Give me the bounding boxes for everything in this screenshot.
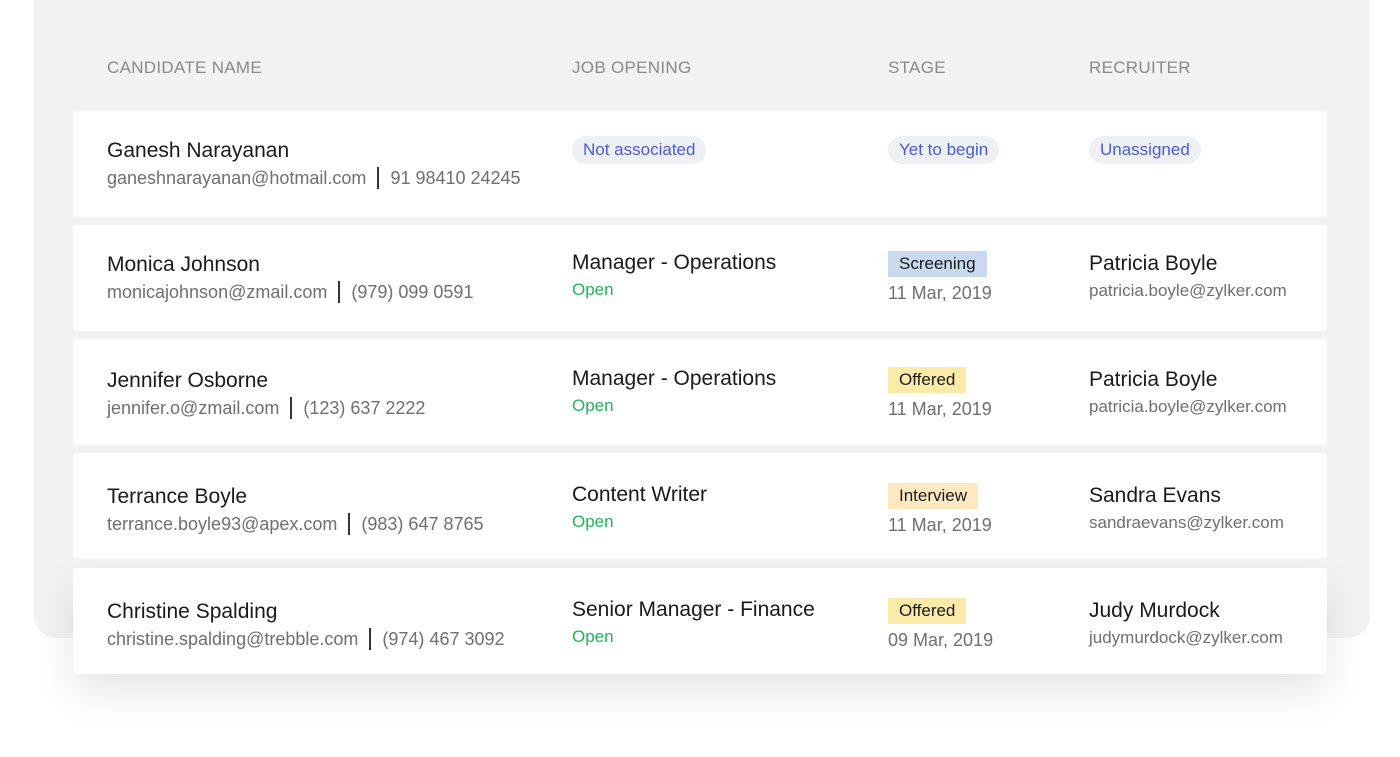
candidate-contact: monicajohnson@zmail.com (979) 099 0591 xyxy=(107,281,473,303)
table-header: CANDIDATE NAME JOB OPENING STAGE RECRUIT… xyxy=(0,58,1400,82)
column-header-recruiter[interactable]: RECRUITER xyxy=(1089,58,1191,78)
recruiter-email[interactable]: judymurdock@zylker.com xyxy=(1089,628,1283,648)
job-opening-status: Open xyxy=(572,627,614,646)
stage-badge[interactable]: Interview xyxy=(888,483,979,509)
contact-divider xyxy=(338,281,341,303)
recruiter-name[interactable]: Sandra Evans xyxy=(1089,484,1221,508)
candidate-name[interactable]: Terrance Boyle xyxy=(107,485,247,509)
stage-date: 11 Mar, 2019 xyxy=(888,399,992,419)
contact-divider xyxy=(377,167,380,189)
recruiter-email[interactable]: patricia.boyle@zylker.com xyxy=(1089,281,1287,301)
candidate-name[interactable]: Christine Spalding xyxy=(107,600,277,624)
job-opening-title[interactable]: Content Writer xyxy=(572,483,707,507)
stage-badge[interactable]: Offered xyxy=(888,598,967,624)
job-opening-title[interactable]: Manager - Operations xyxy=(572,367,776,391)
recruiter-email[interactable]: patricia.boyle@zylker.com xyxy=(1089,397,1287,417)
recruiter-name[interactable]: Judy Murdock xyxy=(1089,599,1220,623)
column-header-stage[interactable]: STAGE xyxy=(888,58,946,78)
candidate-email[interactable]: terrance.boyle93@apex.com xyxy=(107,514,337,535)
candidate-email[interactable]: jennifer.o@zmail.com xyxy=(107,398,279,419)
recruiter-name[interactable]: Patricia Boyle xyxy=(1089,252,1217,276)
candidate-contact: terrance.boyle93@apex.com (983) 647 8765 xyxy=(107,513,484,535)
candidate-contact: jennifer.o@zmail.com (123) 637 2222 xyxy=(107,397,425,419)
contact-divider xyxy=(369,628,372,650)
stage-pill[interactable]: Yet to begin xyxy=(888,136,1000,164)
candidate-name[interactable]: Monica Johnson xyxy=(107,253,260,277)
job-opening-title[interactable]: Senior Manager - Finance xyxy=(572,598,815,622)
stage-badge[interactable]: Offered xyxy=(888,367,967,393)
column-header-candidate[interactable]: CANDIDATE NAME xyxy=(107,58,262,78)
job-opening-title[interactable]: Manager - Operations xyxy=(572,251,776,275)
candidate-email[interactable]: christine.spalding@trebble.com xyxy=(107,629,358,650)
stage-date: 11 Mar, 2019 xyxy=(888,283,992,303)
candidate-phone[interactable]: (123) 637 2222 xyxy=(303,398,425,419)
candidate-contact: christine.spalding@trebble.com (974) 467… xyxy=(107,628,505,650)
table-row[interactable]: Jennifer Osborne jennifer.o@zmail.com (1… xyxy=(73,339,1327,445)
job-opening-status: Open xyxy=(572,512,614,531)
recruiter-email[interactable]: sandraevans@zylker.com xyxy=(1089,513,1284,533)
table-row[interactable]: Terrance Boyle terrance.boyle93@apex.com… xyxy=(73,453,1327,559)
candidate-phone[interactable]: (974) 467 3092 xyxy=(382,629,504,650)
table-row[interactable]: Monica Johnson monicajohnson@zmail.com (… xyxy=(73,225,1327,331)
candidate-phone[interactable]: (979) 099 0591 xyxy=(351,282,473,303)
stage-date: 09 Mar, 2019 xyxy=(888,630,994,650)
stage-date: 11 Mar, 2019 xyxy=(888,515,992,535)
stage-badge[interactable]: Screening xyxy=(888,251,987,277)
candidate-phone[interactable]: (983) 647 8765 xyxy=(361,514,483,535)
contact-divider xyxy=(290,397,293,419)
table-row[interactable]: Ganesh Narayanan ganeshnarayanan@hotmail… xyxy=(73,111,1327,217)
candidate-contact: ganeshnarayanan@hotmail.com 91 98410 242… xyxy=(107,167,521,189)
column-header-job-opening[interactable]: JOB OPENING xyxy=(572,58,692,78)
candidate-phone[interactable]: 91 98410 24245 xyxy=(390,168,520,189)
recruiter-unassigned-pill[interactable]: Unassigned xyxy=(1089,136,1201,164)
table-row[interactable]: Christine Spalding christine.spalding@tr… xyxy=(73,568,1327,674)
contact-divider xyxy=(348,513,351,535)
candidate-email[interactable]: ganeshnarayanan@hotmail.com xyxy=(107,168,366,189)
recruiter-name[interactable]: Patricia Boyle xyxy=(1089,368,1217,392)
candidate-name[interactable]: Jennifer Osborne xyxy=(107,369,268,393)
job-not-associated-pill[interactable]: Not associated xyxy=(572,136,707,164)
candidate-name[interactable]: Ganesh Narayanan xyxy=(107,139,289,163)
job-opening-status: Open xyxy=(572,396,614,415)
job-opening-status: Open xyxy=(572,280,614,299)
candidate-email[interactable]: monicajohnson@zmail.com xyxy=(107,282,327,303)
